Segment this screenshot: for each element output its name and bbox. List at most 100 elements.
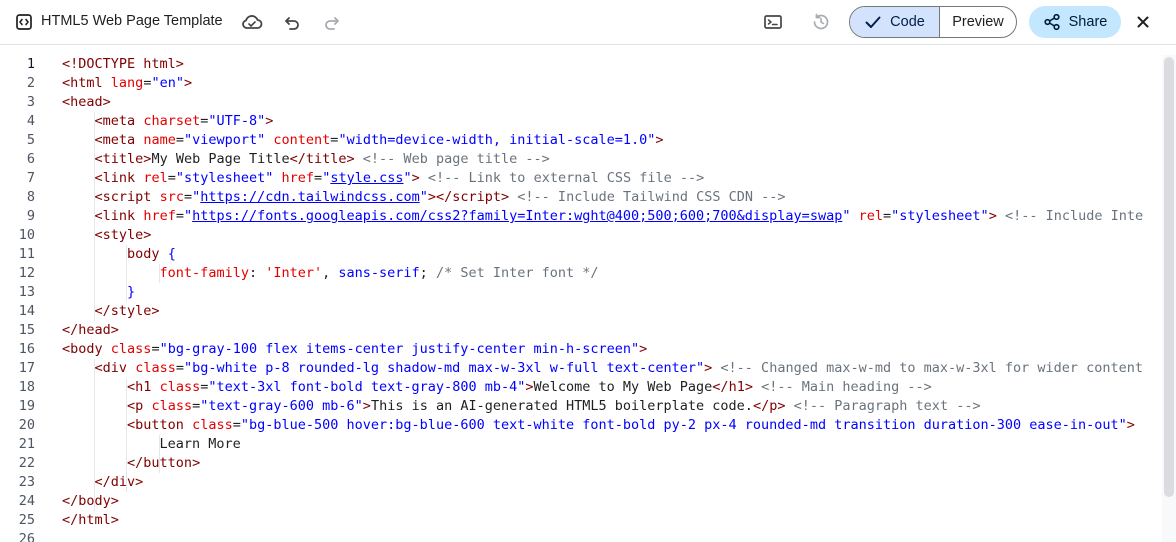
code-token: "width=device-width, initial-scale=1.0" xyxy=(338,132,656,148)
code-token: <!DOCTYPE xyxy=(62,56,144,72)
code-view-button[interactable]: Code xyxy=(850,7,940,37)
code-doc-icon xyxy=(14,12,34,32)
code-text: </button> xyxy=(62,454,200,473)
code-line[interactable]: 5 <meta name="viewport" content="width=d… xyxy=(0,131,1176,150)
code-line[interactable]: 7 <link rel="stylesheet" href="style.css… xyxy=(0,169,1176,188)
code-line[interactable]: 10 <style> xyxy=(0,226,1176,245)
undo-icon[interactable] xyxy=(278,8,306,36)
code-line[interactable]: 13 } xyxy=(0,283,1176,302)
code-token: = xyxy=(192,398,201,414)
close-icon[interactable] xyxy=(1129,8,1157,36)
code-token: < xyxy=(94,227,103,243)
code-token: < xyxy=(94,360,103,376)
code-token: <!-- Web page title --> xyxy=(362,151,550,167)
code-text: <head> xyxy=(62,93,111,112)
code-line[interactable]: 16 <body class="bg-gray-100 flex items-ce… xyxy=(0,340,1176,359)
code-line[interactable]: 15 </head> xyxy=(0,321,1176,340)
code-line[interactable]: 23 </div> xyxy=(0,473,1176,492)
code-token: </ xyxy=(94,303,111,319)
code-token: link xyxy=(102,208,136,224)
code-token: /* Set Inter font */ xyxy=(435,265,599,281)
code-token: button xyxy=(143,455,193,471)
code-line[interactable]: 20 <button class="bg-blue-500 hover:bg-b… xyxy=(0,416,1176,435)
code-token: < xyxy=(127,417,136,433)
code-line[interactable]: 14 </style> xyxy=(0,302,1176,321)
code-line[interactable]: 17 <div class="bg-white p-8 rounded-lg s… xyxy=(0,359,1176,378)
line-number: 21 xyxy=(18,436,35,452)
code-line[interactable]: 12 font-family: 'Inter', sans-serif; /* … xyxy=(0,264,1176,283)
code-token: 'Inter' xyxy=(265,265,323,281)
line-number: 20 xyxy=(18,417,35,433)
top-toolbar: HTML5 Web Page Template Code Preview Sha… xyxy=(0,0,1176,45)
code-token: " xyxy=(183,208,193,224)
code-token: < xyxy=(94,189,103,205)
code-token: <!-- Include Inte xyxy=(1004,208,1144,224)
code-token: > xyxy=(411,170,420,186)
code-line[interactable]: 6 <title>My Web Page Title</title> <!-- … xyxy=(0,150,1176,169)
code-text: font-family: 'Inter', sans-serif; /* Set… xyxy=(62,264,599,283)
code-line[interactable]: 25 </html> xyxy=(0,511,1176,530)
code-token: meta xyxy=(102,113,136,129)
code-line[interactable]: 2 <html lang="en"> xyxy=(0,74,1176,93)
code-token: > xyxy=(110,512,119,528)
code-token: class xyxy=(135,360,176,376)
code-token: lang xyxy=(110,75,144,91)
code-text: <script src="https://cdn.tailwindcss.com… xyxy=(62,188,786,207)
line-number: 22 xyxy=(18,455,35,471)
code-token: </ xyxy=(94,474,111,490)
terminal-icon[interactable] xyxy=(759,8,787,36)
code-token: style.css xyxy=(330,170,404,186)
line-number: 13 xyxy=(18,284,35,300)
code-line[interactable]: 22 </button> xyxy=(0,454,1176,473)
code-line[interactable]: 19 <p class="text-gray-600 mb-6">This is… xyxy=(0,397,1176,416)
code-text: <link href="https://fonts.googleapis.com… xyxy=(62,207,1144,226)
line-number: 25 xyxy=(18,512,35,528)
code-line[interactable]: 11 body { xyxy=(0,245,1176,264)
history-icon[interactable] xyxy=(807,8,835,36)
code-line[interactable]: 9 <link href="https://fonts.googleapis.c… xyxy=(0,207,1176,226)
code-text: </body> xyxy=(62,492,119,511)
code-line[interactable]: 26 xyxy=(0,530,1176,542)
code-token: class xyxy=(159,379,201,395)
code-token: title xyxy=(305,151,347,167)
code-token: script xyxy=(452,189,502,205)
code-token: </ xyxy=(127,455,144,471)
code-token: > xyxy=(988,208,997,224)
code-token: < xyxy=(94,208,103,224)
code-editor[interactable]: 1 <!DOCTYPE html> 2 <html lang="en"> 3 <head>… xyxy=(0,55,1176,542)
line-number: 5 xyxy=(26,132,35,148)
code-token: body xyxy=(127,246,160,262)
cloud-sync-icon[interactable] xyxy=(238,8,266,36)
code-token: "bg-blue-500 hover:bg-blue-600 text-whit… xyxy=(240,417,1127,433)
code-line[interactable]: 24 </body> xyxy=(0,492,1176,511)
code-line[interactable]: 8 <script src="https://cdn.tailwindcss.c… xyxy=(0,188,1176,207)
redo-icon[interactable] xyxy=(318,8,346,36)
code-line[interactable]: 4 <meta charset="UTF-8"> xyxy=(0,112,1176,131)
code-token: < xyxy=(94,113,103,129)
code-token: meta xyxy=(102,132,136,148)
share-button[interactable]: Share xyxy=(1029,6,1121,38)
code-token: </ xyxy=(62,322,79,338)
line-number: 23 xyxy=(18,474,35,490)
code-line[interactable]: 21 Learn More xyxy=(0,435,1176,454)
code-text: <body class="bg-gray-100 flex items-cent… xyxy=(62,340,647,359)
code-line[interactable]: 1 <!DOCTYPE html> xyxy=(0,55,1176,74)
code-token: title xyxy=(102,151,144,167)
vertical-scrollbar-thumb[interactable] xyxy=(1164,57,1174,497)
line-number: 8 xyxy=(26,189,35,205)
code-line[interactable]: 18 <h1 class="text-3xl font-bold text-gr… xyxy=(0,378,1176,397)
code-token: = xyxy=(314,170,323,186)
code-line[interactable]: 3 <head> xyxy=(0,93,1176,112)
code-token: <!-- Link to external CSS file --> xyxy=(427,170,705,186)
preview-button[interactable]: Preview xyxy=(940,7,1016,37)
line-number: 9 xyxy=(26,208,35,224)
